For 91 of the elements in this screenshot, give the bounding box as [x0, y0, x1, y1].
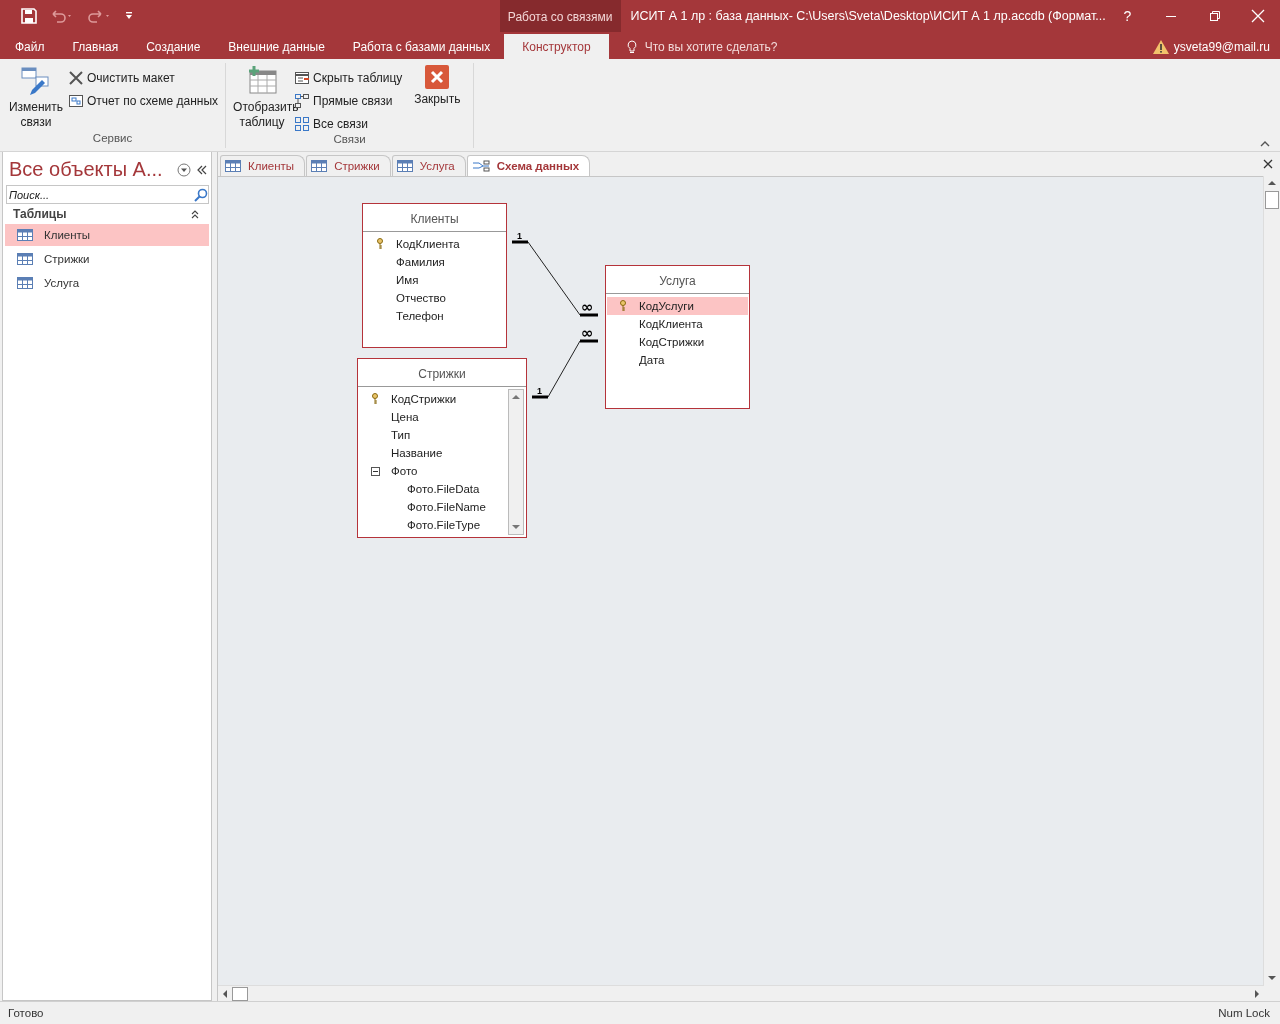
close-icon — [425, 65, 450, 89]
tell-me-field[interactable]: Что вы хотите сделать? — [642, 38, 847, 55]
field-row[interactable]: КодУслуги — [607, 297, 748, 315]
field-row[interactable]: Дата — [607, 351, 748, 369]
relationships-icon — [471, 160, 490, 172]
nav-section-header[interactable]: Таблицы — [13, 207, 191, 221]
field-row[interactable]: Фото — [359, 462, 507, 480]
nav-table-item[interactable]: Услуга — [5, 272, 209, 294]
scroll-thumb[interactable] — [232, 986, 248, 1001]
ribbon-group-label: Сервис — [91, 132, 134, 146]
dropdown-icon[interactable] — [177, 162, 191, 177]
table-icon — [396, 160, 413, 172]
customize-caret-icon[interactable] — [125, 11, 133, 21]
nav-pane-title[interactable]: Все объекты A... — [9, 158, 171, 181]
lightbulb-icon — [626, 39, 637, 54]
table-icon — [225, 160, 241, 172]
collapse-ribbon-icon[interactable] — [1260, 141, 1270, 147]
field-row[interactable]: Цена — [359, 408, 507, 426]
collapse-pane-icon[interactable] — [197, 164, 207, 175]
document-tab[interactable]: Схема данных — [466, 155, 591, 176]
table-icon — [17, 277, 33, 289]
table-window[interactable]: Услуга КодУслуги КодКлиента КодСтрижки Дата — [605, 265, 750, 409]
scrollbar[interactable] — [508, 389, 524, 535]
close-icon[interactable] — [1263, 159, 1273, 169]
field-row[interactable]: Тип — [359, 426, 507, 444]
relationship-line[interactable] — [531, 339, 598, 399]
nav-search-field[interactable]: Поиск... — [6, 185, 209, 204]
help-button[interactable]: ? — [1105, 0, 1150, 32]
table-title: Клиенты — [363, 204, 506, 232]
close-icon — [1251, 9, 1266, 23]
horizontal-scrollbar[interactable] — [218, 985, 1264, 1001]
table-window[interactable]: Клиенты КодКлиента Фамилия Имя Отчество Телефон — [362, 203, 507, 348]
save-icon[interactable] — [21, 8, 37, 24]
restore-icon — [1208, 10, 1221, 22]
field-row[interactable]: Имя — [364, 271, 505, 289]
ribbon-tab[interactable]: Внешние данные — [214, 34, 339, 59]
relationship-line[interactable] — [511, 240, 598, 317]
close-diagram-button[interactable]: Закрыть — [405, 63, 470, 109]
nav-table-item[interactable]: Стрижки — [5, 248, 209, 270]
ribbon-tab[interactable]: Создание — [132, 34, 215, 59]
table-icon — [311, 160, 328, 172]
ribbon-tab[interactable]: Работа с базами данных — [338, 34, 505, 59]
table-title: Стрижки — [358, 359, 526, 387]
relationship-report-button[interactable]: Отчет по схеме данных — [68, 91, 222, 110]
field-row[interactable]: КодСтрижки — [607, 333, 748, 351]
all-relationships-button[interactable]: Все связи — [294, 114, 406, 133]
field-name[interactable]: Фото.FileName — [359, 498, 507, 516]
add-table-icon — [246, 65, 279, 97]
account-name[interactable]: ysveta99@mail.ru — [1173, 39, 1270, 54]
ribbon-tab[interactable]: Файл — [0, 34, 59, 59]
clear-layout-button[interactable]: Очистить макет — [68, 68, 222, 87]
field-row[interactable]: КодКлиента — [607, 315, 748, 333]
field-name[interactable]: Фото.FileType — [359, 516, 507, 534]
hide-table-button[interactable]: Скрыть таблицу — [294, 68, 406, 87]
edit-relations-icon — [20, 65, 52, 97]
table-icon — [17, 229, 33, 241]
document-tab[interactable]: Стрижки — [306, 155, 391, 176]
cardinality-many-label: ∞ — [581, 298, 594, 316]
nav-table-item[interactable]: Клиенты — [5, 224, 209, 246]
scroll-thumb[interactable] — [1265, 191, 1279, 209]
field-row[interactable]: КодСтрижки — [359, 390, 507, 408]
status-text: Готово — [8, 1007, 44, 1019]
ribbon-group-label: Связи — [332, 133, 367, 147]
warning-icon — [1152, 39, 1169, 54]
field-row[interactable]: Фамилия — [364, 253, 505, 271]
collapse-toggle-icon[interactable] — [370, 466, 380, 476]
context-tab-label: Работа со связями — [499, 0, 621, 32]
cardinality-one-label: 1 — [537, 386, 542, 396]
hide-table-icon — [294, 69, 311, 86]
grid-icon — [294, 115, 311, 132]
num-lock-indicator: Num Lock — [1218, 1007, 1270, 1019]
field-row[interactable]: Отчество — [364, 289, 505, 307]
field-name[interactable]: Фото.FileData — [359, 480, 507, 498]
field-row[interactable]: КодКлиента — [364, 235, 505, 253]
field-row[interactable]: Название — [359, 444, 507, 462]
ribbon-tab[interactable]: Конструктор — [504, 34, 609, 59]
cardinality-one-label: 1 — [517, 231, 522, 241]
document-tab[interactable]: Клиенты — [220, 155, 306, 176]
edit-relations-button[interactable]: Изменить связи — [4, 63, 68, 132]
ribbon-tab[interactable]: Главная — [58, 34, 133, 59]
search-icon — [194, 187, 208, 202]
table-title: Услуга — [606, 266, 749, 294]
table-icon — [17, 253, 33, 265]
close-icon — [68, 69, 84, 86]
cardinality-many-label: ∞ — [581, 324, 594, 342]
window-title: ИСИТ А 1 лр : база данных- C:\Users\Sveta\Desktop\ИСИТ А 1 лр.accdb (Формат... — [629, 9, 1106, 23]
collapse-section-icon[interactable] — [191, 209, 199, 219]
document-tab[interactable]: Услуга — [391, 155, 466, 176]
field-row[interactable]: Телефон — [364, 307, 505, 325]
table-window[interactable]: Стрижки КодСтрижки Цена Тип Название Фото Фото.FileData Фото.FileName Фото.FileType — [357, 358, 527, 538]
report-icon — [68, 92, 84, 109]
